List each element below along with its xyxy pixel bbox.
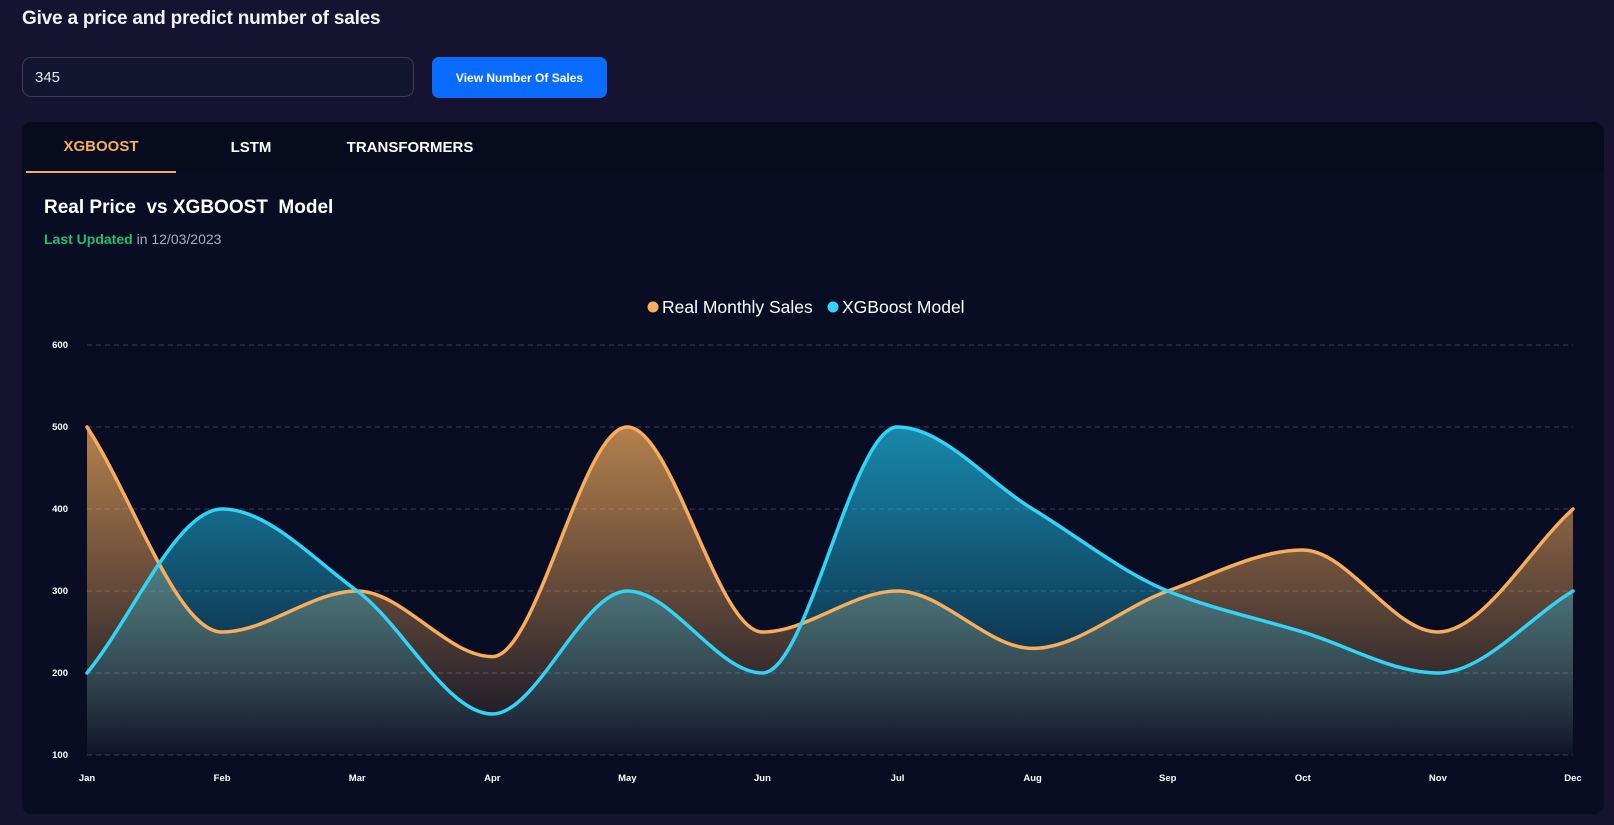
- chart-card: XGBOOST LSTM TRANSFORMERS Real Price vs …: [22, 122, 1604, 814]
- x-tick-label: Aug: [1023, 773, 1042, 784]
- x-tick-label: Nov: [1429, 773, 1448, 784]
- x-tick-label: Jun: [754, 773, 771, 784]
- y-tick-label: 500: [52, 422, 68, 433]
- x-tick-label: Feb: [214, 773, 231, 784]
- legend-marker-real: [647, 301, 659, 313]
- x-tick-label: Mar: [349, 773, 366, 784]
- x-tick-label: Jul: [891, 773, 905, 784]
- y-tick-label: 200: [52, 668, 68, 679]
- y-tick-label: 600: [52, 340, 68, 351]
- sales-chart: 600 500 400 300 200 100 Jan Feb Mar Apr May Jun Jul A…: [52, 297, 1582, 784]
- x-tick-label: May: [618, 773, 637, 784]
- x-tick-label: Dec: [1564, 773, 1581, 784]
- price-input[interactable]: [22, 57, 414, 97]
- x-tick-label: Jan: [79, 773, 96, 784]
- legend-label-real: Real Monthly Sales: [662, 297, 813, 317]
- x-tick-label: Sep: [1159, 773, 1177, 784]
- view-number-of-sales-button[interactable]: View Number Of Sales: [432, 57, 607, 98]
- x-tick-label: Apr: [484, 773, 501, 784]
- x-tick-label: Oct: [1295, 773, 1312, 784]
- y-tick-label: 300: [52, 586, 68, 597]
- page-title: Give a price and predict number of sales: [22, 8, 381, 29]
- legend-marker-model: [827, 301, 839, 313]
- y-tick-label: 100: [52, 750, 68, 761]
- y-tick-label: 400: [52, 504, 68, 515]
- legend-label-model: XGBoost Model: [842, 297, 965, 317]
